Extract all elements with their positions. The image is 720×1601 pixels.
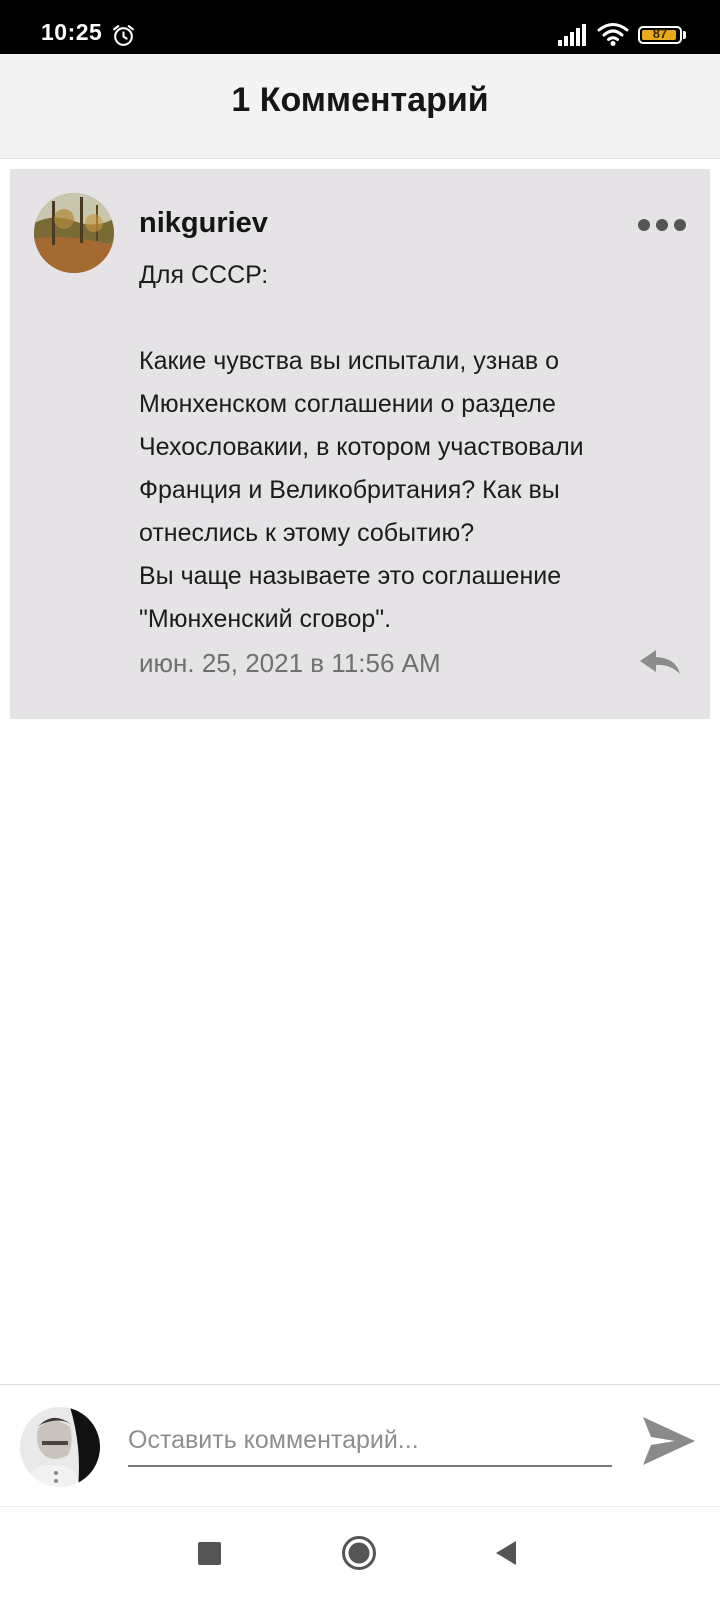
signal-icon xyxy=(558,24,586,46)
comment-author[interactable]: nikguriev xyxy=(139,207,268,240)
battery-icon: 87 xyxy=(638,26,682,44)
back-icon[interactable] xyxy=(494,1539,518,1567)
more-dot xyxy=(656,219,668,231)
comment-paragraph: Для СССР: xyxy=(139,261,269,289)
system-nav-bar xyxy=(0,1506,720,1601)
alarm-icon xyxy=(113,25,134,46)
reply-icon[interactable] xyxy=(638,648,682,678)
status-bar: 10:25 87 xyxy=(0,0,720,54)
recents-icon[interactable] xyxy=(198,1542,221,1565)
comment-text: Для СССР: Какие чувства вы испытали, узн… xyxy=(139,254,684,641)
autumn-forest-avatar xyxy=(34,193,114,273)
status-time: 10:25 xyxy=(41,19,103,45)
author-avatar[interactable] xyxy=(34,193,114,273)
current-user-avatar[interactable] xyxy=(20,1407,100,1487)
user-portrait-avatar xyxy=(20,1407,100,1487)
comment-card: nikguriev Для СССР: Какие чувства вы исп… xyxy=(10,169,710,719)
more-dot xyxy=(638,219,650,231)
more-options-button[interactable] xyxy=(638,213,686,237)
battery-tip xyxy=(683,31,686,39)
send-icon[interactable] xyxy=(641,1415,697,1467)
comment-paragraph: Какие чувства вы испытали, узнав о Мюнхе… xyxy=(139,347,584,633)
battery-level: 87 xyxy=(652,26,668,41)
page-title: 1 Комментарий xyxy=(231,81,489,119)
header: 1 Комментарий xyxy=(0,54,720,159)
comment-composer xyxy=(0,1384,720,1505)
comment-timestamp: июн. 25, 2021 в 11:56 AM xyxy=(139,648,441,678)
wifi-icon xyxy=(597,23,629,46)
comment-input[interactable] xyxy=(128,1415,612,1467)
more-dot xyxy=(674,219,686,231)
home-icon[interactable] xyxy=(341,1535,377,1571)
